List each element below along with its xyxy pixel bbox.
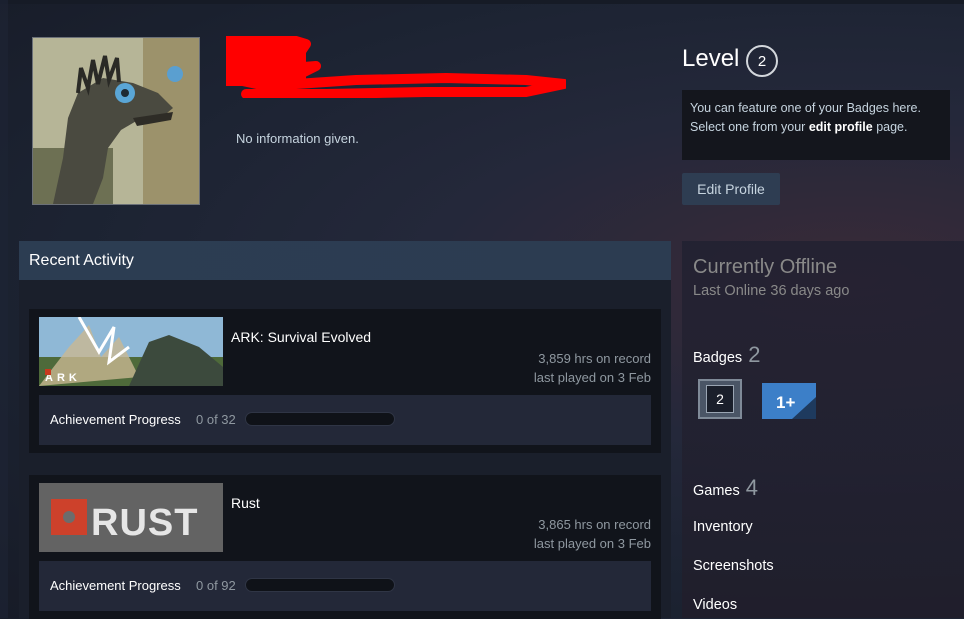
achievement-count: 0 of 92	[196, 578, 236, 593]
achievement-count: 0 of 32	[196, 412, 236, 427]
badges-label: Badges	[693, 350, 743, 366]
achievement-progress-label: Achievement Progress	[50, 412, 181, 427]
videos-link[interactable]: Videos	[693, 597, 737, 613]
last-online: Last Online 36 days ago	[693, 283, 850, 299]
screenshots-link[interactable]: Screenshots	[693, 558, 774, 574]
featured-badge-info: You can feature one of your Badges here.…	[682, 90, 950, 160]
hours-on-record: 3,859 hrs on record	[538, 351, 651, 366]
level-badge[interactable]: 2	[746, 45, 778, 77]
featured-badge-line1: You can feature one of your Badges here.	[690, 101, 921, 115]
games-count: 4	[745, 475, 758, 500]
games-label: Games	[693, 483, 740, 499]
recent-activity-title: Recent Activity	[29, 252, 134, 269]
featured-badge-line2: Select one from your edit profile page.	[690, 118, 942, 137]
game-name[interactable]: ARK: Survival Evolved	[231, 329, 371, 345]
online-status: Currently Offline	[693, 256, 838, 278]
game-card-ark: ARK ARK: Survival Evolved 3,859 hrs on r…	[29, 309, 661, 453]
last-played: last played on 3 Feb	[533, 370, 651, 385]
profile-summary: No information given.	[236, 131, 359, 146]
level-badge-number: 2	[706, 385, 734, 413]
game-playtime: 3,859 hrs on record last played on 3 Feb	[534, 349, 651, 387]
edit-profile-button[interactable]: Edit Profile	[682, 173, 780, 205]
level-badge-icon[interactable]: 2	[698, 379, 742, 419]
featured-badge-line2-suffix: page.	[872, 120, 908, 134]
top-bar	[0, 0, 964, 4]
badges-count: 2	[748, 342, 761, 367]
avatar-image	[33, 38, 199, 204]
achievement-progress[interactable]: Achievement Progress 0 of 92	[39, 561, 651, 611]
achievement-progress-label: Achievement Progress	[50, 578, 181, 593]
redacted-username	[226, 36, 566, 98]
edit-profile-link[interactable]: edit profile	[809, 120, 873, 134]
games-link[interactable]: Games 4	[693, 475, 758, 501]
rust-game-capsule[interactable]: RUST	[39, 483, 223, 552]
game-name[interactable]: Rust	[231, 495, 260, 511]
badges-link[interactable]: Badges 2	[693, 342, 760, 368]
level-label: Level	[682, 45, 740, 72]
last-played: last played on 3 Feb	[533, 536, 651, 551]
recent-activity-header: Recent Activity	[19, 241, 671, 280]
achievement-progress-bar	[245, 412, 395, 426]
achievement-progress[interactable]: Achievement Progress 0 of 32	[39, 395, 651, 445]
featured-badge-line2-prefix: Select one from your	[690, 120, 809, 134]
achievement-progress-bar	[245, 578, 395, 592]
game-card-rust: RUST Rust 3,865 hrs on record last playe…	[29, 475, 661, 619]
page-edge	[0, 0, 8, 618]
years-badge-text: 1+	[776, 393, 795, 412]
ark-game-capsule[interactable]: ARK	[39, 317, 223, 386]
game-playtime: 3,865 hrs on record last played on 3 Feb	[534, 515, 651, 553]
rust-logo-text: RUST	[91, 502, 198, 544]
inventory-link[interactable]: Inventory	[693, 519, 753, 535]
years-of-service-badge-icon[interactable]: 1+	[762, 383, 816, 419]
hours-on-record: 3,865 hrs on record	[538, 517, 651, 532]
avatar[interactable]	[32, 37, 200, 205]
